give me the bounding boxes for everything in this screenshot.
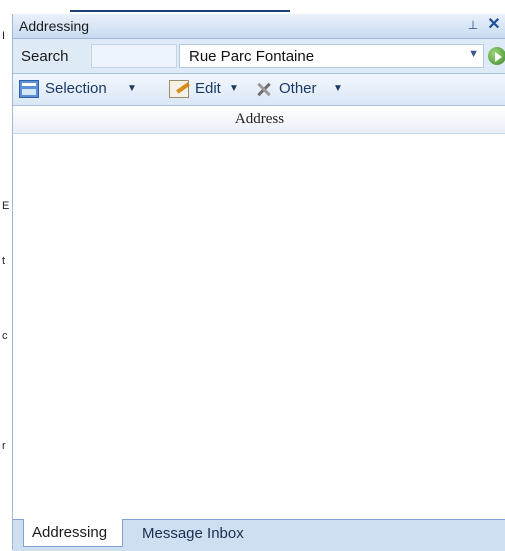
background-mark: r [2, 440, 6, 452]
search-row: Search Rue Parc Fontaine ▼ [13, 39, 505, 74]
street-combo[interactable]: Rue Parc Fontaine ▼ [179, 44, 484, 68]
background-mark: c [2, 330, 8, 342]
panel-title: Addressing [19, 18, 90, 34]
column-header-address[interactable]: Address [13, 106, 505, 133]
edit-icon [169, 80, 189, 98]
background-mark: I [2, 30, 6, 42]
street-value: Rue Parc Fontaine [189, 48, 315, 65]
background-mark: E [2, 200, 10, 212]
chevron-down-icon: ▼ [127, 83, 137, 94]
addressing-panel: Addressing ⊥ ✕ Search Rue Parc Fontaine … [12, 14, 505, 551]
tab-strip: Addressing Message Inbox [13, 519, 505, 551]
toolbar: Selection ▼ Edit ▼ Other ▼ [13, 74, 505, 106]
other-menu-button[interactable]: Other ▼ [253, 79, 373, 101]
go-arrow-icon[interactable] [488, 47, 505, 65]
other-label: Other [279, 80, 317, 97]
tab-message-inbox[interactable]: Message Inbox [134, 520, 264, 548]
close-icon[interactable]: ✕ [485, 15, 503, 35]
chevron-down-icon: ▼ [333, 83, 343, 94]
background-mark: t [2, 255, 6, 267]
pin-icon[interactable]: ⊥ [465, 16, 481, 34]
selection-menu-button[interactable]: Selection ▼ [19, 79, 159, 101]
grid-header: Address [13, 106, 505, 134]
selection-icon [19, 80, 39, 98]
chevron-down-icon: ▼ [229, 83, 239, 94]
tab-addressing[interactable]: Addressing [23, 519, 123, 547]
background-window-top [12, 0, 505, 14]
selection-label: Selection [45, 80, 107, 97]
background-underline [70, 10, 290, 12]
search-label: Search [21, 48, 69, 65]
panel-title-bar: Addressing ⊥ ✕ [13, 14, 505, 39]
address-grid-body[interactable] [13, 134, 505, 519]
chevron-down-icon[interactable]: ▼ [468, 48, 479, 60]
tools-icon [253, 80, 273, 98]
edit-menu-button[interactable]: Edit ▼ [169, 79, 265, 101]
search-input[interactable] [91, 44, 177, 68]
edit-label: Edit [195, 80, 221, 97]
